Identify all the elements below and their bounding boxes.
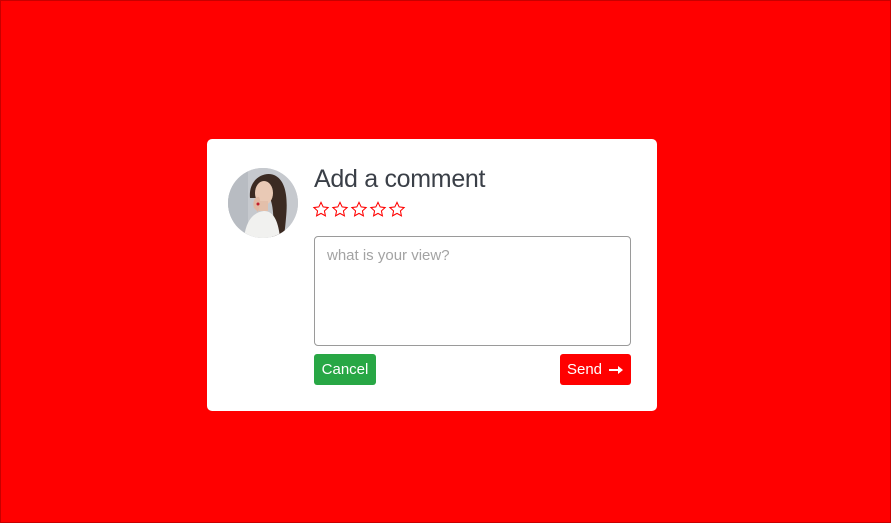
comment-input[interactable]	[314, 236, 631, 346]
star-icon[interactable]	[369, 200, 387, 219]
send-button-label: Send	[566, 361, 603, 378]
star-icon[interactable]	[331, 200, 349, 219]
cancel-button[interactable]: Cancel	[314, 354, 376, 385]
user-avatar-image	[228, 168, 298, 238]
star-rating[interactable]	[312, 200, 406, 220]
page-title: Add a comment	[314, 165, 486, 193]
comment-card: Add a comment Cancel Send	[207, 139, 657, 411]
star-icon[interactable]	[388, 200, 406, 219]
send-button[interactable]: Send	[560, 354, 631, 385]
star-icon[interactable]	[350, 200, 368, 219]
arrow-right-icon	[609, 365, 624, 375]
cancel-button-label: Cancel	[321, 361, 369, 378]
avatar	[228, 168, 298, 238]
star-icon[interactable]	[312, 200, 330, 219]
